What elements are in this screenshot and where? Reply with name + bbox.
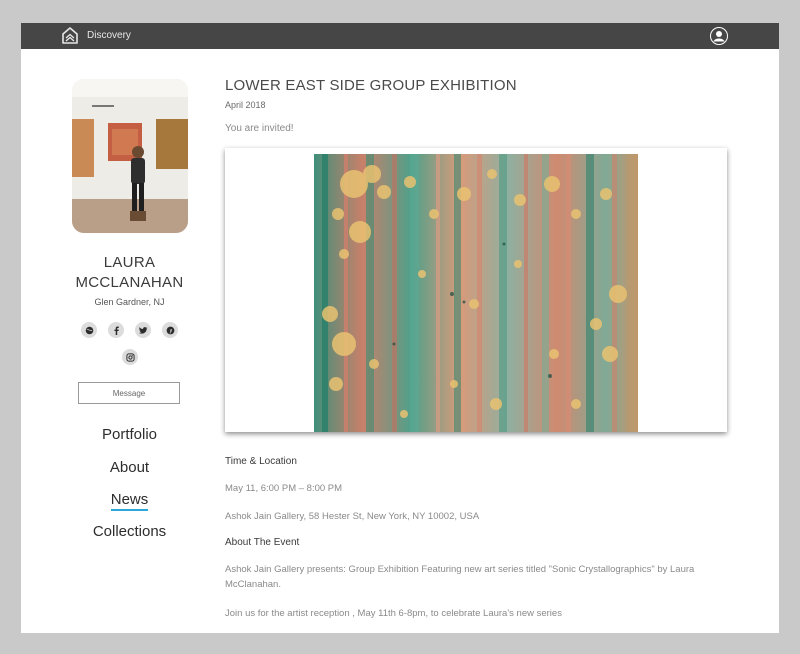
- nav-about-label: About: [109, 459, 150, 476]
- nav-about[interactable]: About: [42, 459, 217, 476]
- artist-last-name: MCCLANAHAN: [75, 274, 184, 291]
- nav-news-label: News: [110, 491, 149, 511]
- nav-news[interactable]: News: [42, 491, 217, 511]
- browser-frame: Discovery LAURA MCCLANAHAN Glen Gardner,…: [21, 23, 779, 633]
- nav-portfolio[interactable]: Portfolio: [42, 426, 217, 443]
- time-location-heading: Time & Location: [225, 456, 297, 467]
- event-description: Ashok Jain Gallery presents: Group Exhib…: [225, 562, 694, 592]
- event-description-line2: McClanahan.: [225, 579, 281, 590]
- event-description-line1: Ashok Jain Gallery presents: Group Exhib…: [225, 564, 695, 575]
- artwork-card: [225, 148, 727, 432]
- event-time: May 11, 6:00 PM – 8:00 PM: [225, 483, 343, 494]
- artist-first-name: LAURA: [103, 254, 156, 271]
- artist-location: Glen Gardner, NJ: [94, 297, 165, 307]
- instagram-icon[interactable]: [122, 349, 138, 365]
- artist-name: LAURA MCCLANAHAN: [42, 253, 217, 293]
- top-nav-bar: Discovery: [21, 23, 779, 49]
- article-intro: You are invited!: [225, 123, 294, 134]
- event-address: Ashok Jain Gallery, 58 Hester St, New Yo…: [225, 511, 480, 522]
- brand-name[interactable]: Discovery: [87, 30, 131, 41]
- discovery-logo-icon[interactable]: [61, 27, 79, 45]
- pinterest-icon[interactable]: [162, 322, 178, 338]
- artist-photo: [72, 79, 188, 233]
- nav-portfolio-label: Portfolio: [101, 426, 158, 443]
- artwork-image[interactable]: [314, 154, 638, 432]
- twitter-icon[interactable]: [135, 322, 151, 338]
- article-date: April 2018: [225, 100, 266, 110]
- nav-collections[interactable]: Collections: [42, 523, 217, 540]
- about-event-heading: About The Event: [225, 537, 300, 548]
- message-button[interactable]: Message: [78, 382, 180, 404]
- nav-collections-label: Collections: [92, 523, 167, 540]
- globe-icon[interactable]: [81, 322, 97, 338]
- facebook-icon[interactable]: [108, 322, 124, 338]
- page-title: LOWER EAST SIDE GROUP EXHIBITION: [225, 77, 517, 94]
- event-reception: Join us for the artist reception , May 1…: [225, 608, 562, 619]
- user-account-icon[interactable]: [709, 26, 729, 46]
